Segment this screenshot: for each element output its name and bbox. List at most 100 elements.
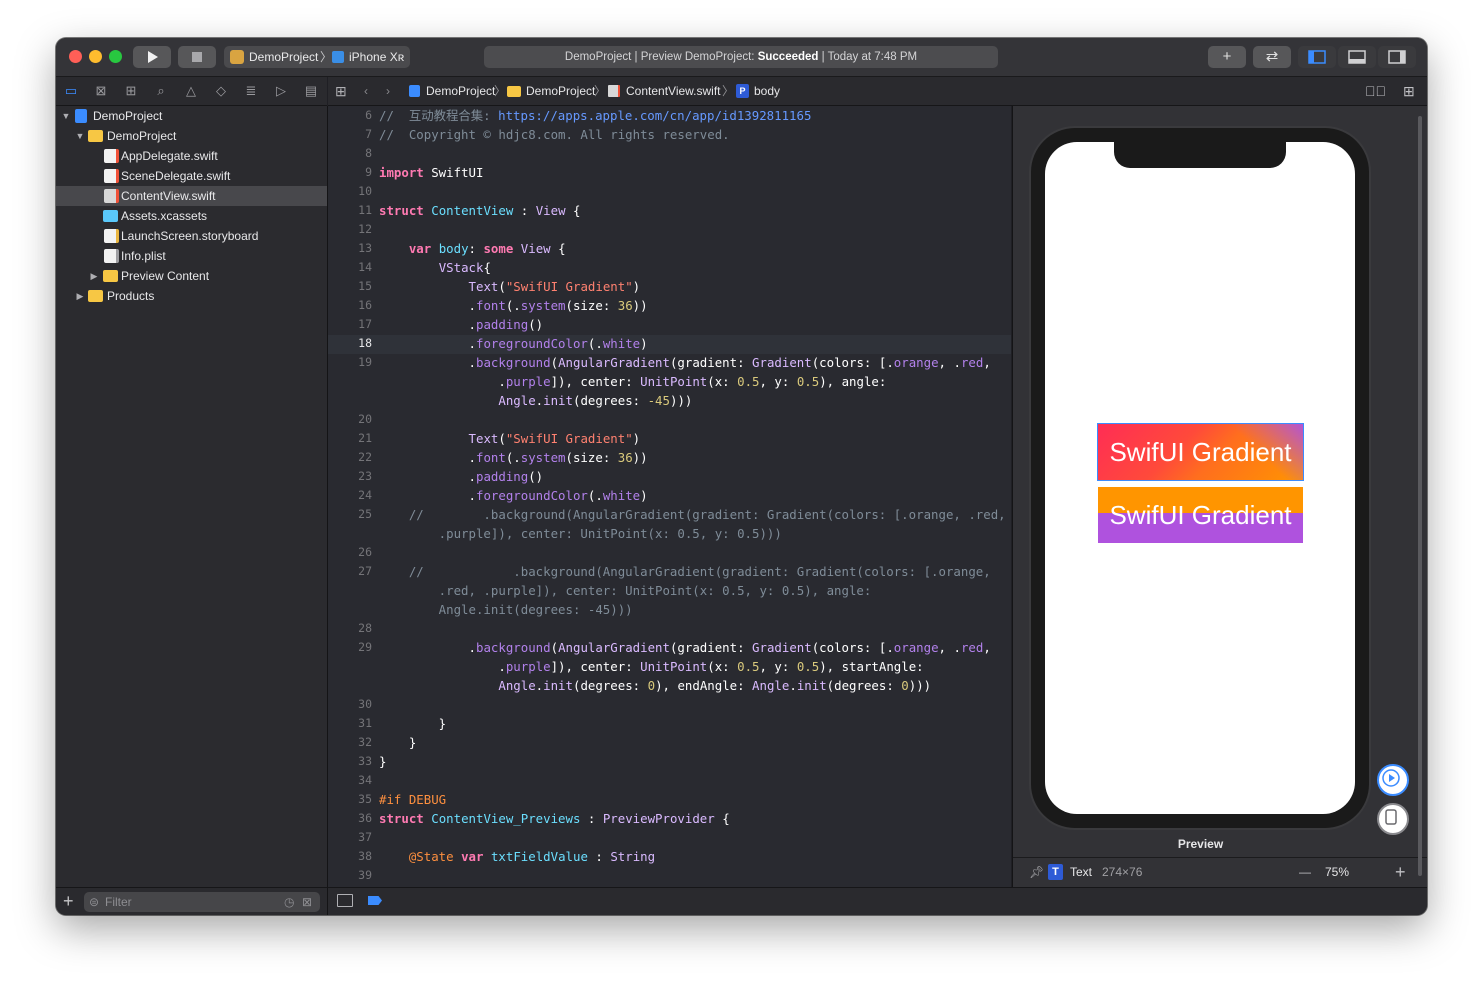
- line-number[interactable]: 24: [334, 486, 372, 505]
- debug-list-icon[interactable]: ≣: [242, 82, 260, 100]
- zoom-in-icon[interactable]: +: [1395, 858, 1406, 886]
- minimap-icon[interactable]: [337, 894, 353, 907]
- source-editor[interactable]: 6 7 8 9 10 11 12 13 14 15 16 17 18 19 20 21 22 23 24 25 26 27…: [328, 106, 1011, 887]
- line-number[interactable]: 31: [334, 714, 372, 733]
- close-window-button[interactable]: [69, 50, 82, 63]
- toggle-inspector-button[interactable]: [1378, 46, 1416, 68]
- line-number[interactable]: 16: [334, 296, 372, 315]
- library-button[interactable]: +: [1208, 46, 1246, 68]
- disclosure-open-icon[interactable]: ▼: [74, 126, 86, 146]
- search-icon[interactable]: ⌕: [152, 82, 170, 100]
- line-number[interactable]: 20: [334, 410, 372, 429]
- editor-options-icon[interactable]: ≣⃞: [1365, 77, 1386, 105]
- device-icon: [332, 51, 344, 63]
- zoom-window-button[interactable]: [109, 50, 122, 63]
- test-diamond-icon[interactable]: ◇: [212, 82, 230, 100]
- line-number[interactable]: 13: [334, 239, 372, 258]
- related-items-icon[interactable]: ⊞: [335, 77, 347, 105]
- folder-navigator-icon[interactable]: ▭: [62, 82, 80, 100]
- tree-item-group[interactable]: ▼ DemoProject: [56, 126, 327, 146]
- forward-arrow-icon[interactable]: ›: [386, 77, 390, 105]
- code-line: Angle.init(degrees: -45))): [379, 602, 633, 617]
- breakpoint-icon[interactable]: ▷: [272, 82, 290, 100]
- status-result: Succeeded: [757, 51, 819, 63]
- line-number[interactable]: 35: [334, 790, 372, 809]
- tree-item-file-selected[interactable]: ContentView.swift: [56, 186, 327, 206]
- code-line: // .background(AngularGradient(gradient:…: [379, 564, 991, 579]
- line-number[interactable]: 9: [334, 163, 372, 182]
- line-number[interactable]: 38: [334, 847, 372, 866]
- scm-filter-icon[interactable]: ⊠: [302, 892, 312, 912]
- canvas-scrollbar[interactable]: [1418, 116, 1422, 876]
- code-line: // Copyright © hdjc8.com. All rights res…: [379, 127, 730, 142]
- line-number[interactable]: 28: [334, 619, 372, 638]
- line-number[interactable]: 27: [334, 562, 372, 581]
- line-number[interactable]: 11: [334, 201, 372, 220]
- line-number[interactable]: 17: [334, 315, 372, 334]
- tree-item-file[interactable]: SceneDelegate.swift: [56, 166, 327, 186]
- line-number[interactable]: 30: [334, 695, 372, 714]
- line-number[interactable]: 7: [334, 125, 372, 144]
- back-arrow-icon[interactable]: ‹: [364, 77, 368, 105]
- line-number[interactable]: 6: [334, 106, 372, 125]
- code-review-button[interactable]: ⇄: [1253, 46, 1291, 68]
- symbol-navigator-icon[interactable]: ⊞: [122, 82, 140, 100]
- pin-icon[interactable]: 📌︎: [1029, 858, 1044, 886]
- breadcrumb-group[interactable]: DemoProject: [526, 77, 595, 105]
- source-control-icon[interactable]: ⊠: [92, 82, 110, 100]
- line-number[interactable]: 34: [334, 771, 372, 790]
- disclosure-closed-icon[interactable]: ▶: [74, 286, 86, 306]
- code-line: .background(AngularGradient(gradient: Gr…: [379, 640, 991, 655]
- line-number[interactable]: 26: [334, 543, 372, 562]
- disclosure-open-icon[interactable]: ▼: [60, 106, 72, 126]
- add-icon[interactable]: +: [63, 891, 74, 911]
- tree-item-group[interactable]: ▶ Preview Content: [56, 266, 327, 286]
- tree-item-file[interactable]: AppDelegate.swift: [56, 146, 327, 166]
- tree-item-group[interactable]: ▶ Products: [56, 286, 327, 306]
- line-number[interactable]: 36: [334, 809, 372, 828]
- warning-icon[interactable]: △: [182, 82, 200, 100]
- line-number[interactable]: 21: [334, 429, 372, 448]
- add-editor-icon[interactable]: ⊞: [1403, 77, 1415, 105]
- breakpoints-toggle-icon[interactable]: [368, 896, 382, 905]
- zoom-out-icon[interactable]: —: [1299, 858, 1311, 886]
- tree-item-file[interactable]: LaunchScreen.storyboard: [56, 226, 327, 246]
- line-number[interactable]: 29: [334, 638, 372, 657]
- line-number[interactable]: 19: [334, 353, 372, 372]
- breadcrumb-project[interactable]: DemoProject: [426, 77, 495, 105]
- line-number[interactable]: 37: [334, 828, 372, 847]
- line-number[interactable]: 8: [334, 144, 372, 163]
- code-line: struct ContentView : View {: [379, 203, 581, 218]
- tree-item-project[interactable]: ▼ DemoProject: [56, 106, 327, 126]
- line-number[interactable]: 25: [334, 505, 372, 524]
- line-number[interactable]: 18: [334, 334, 372, 353]
- line-number[interactable]: 33: [334, 752, 372, 771]
- code-line: struct ContentView_Previews : PreviewPro…: [379, 811, 730, 826]
- code-line: .font(.system(size: 36)): [379, 298, 648, 313]
- line-number[interactable]: 10: [334, 182, 372, 201]
- gradient-text-preview-2[interactable]: SwifUI Gradient: [1098, 487, 1303, 543]
- line-number[interactable]: 15: [334, 277, 372, 296]
- minimize-window-button[interactable]: [89, 50, 102, 63]
- toggle-debug-area-button[interactable]: [1338, 46, 1376, 68]
- run-button[interactable]: [133, 46, 171, 68]
- line-number[interactable]: 12: [334, 220, 372, 239]
- tree-item-file[interactable]: Assets.xcassets: [56, 206, 327, 226]
- scheme-selector[interactable]: DemoProject 〉 iPhone Xʀ: [224, 46, 410, 68]
- line-number[interactable]: 39: [334, 866, 372, 885]
- toggle-navigator-button[interactable]: [1298, 46, 1336, 68]
- line-number[interactable]: 22: [334, 448, 372, 467]
- stop-button[interactable]: [178, 46, 216, 68]
- line-number[interactable]: 14: [334, 258, 372, 277]
- live-preview-button[interactable]: [1377, 764, 1409, 796]
- breadcrumb-file[interactable]: ContentView.swift: [626, 77, 721, 105]
- device-preview-button[interactable]: [1377, 803, 1409, 835]
- line-number[interactable]: 32: [334, 733, 372, 752]
- disclosure-closed-icon[interactable]: ▶: [88, 266, 100, 286]
- line-number[interactable]: 23: [334, 467, 372, 486]
- breadcrumb-symbol[interactable]: body: [754, 77, 780, 105]
- report-icon[interactable]: ▤: [302, 82, 320, 100]
- recent-clock-icon[interactable]: ◷: [284, 892, 294, 912]
- tree-item-file[interactable]: Info.plist: [56, 246, 327, 266]
- filter-input[interactable]: ⊜ Filter ◷ ⊠: [84, 892, 320, 912]
